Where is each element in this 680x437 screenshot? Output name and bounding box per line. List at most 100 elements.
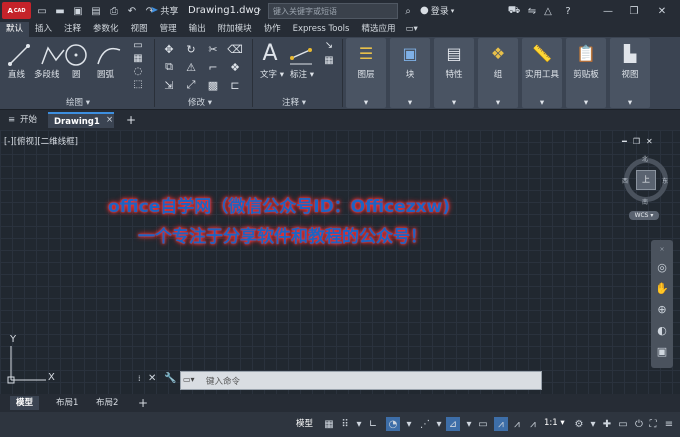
tab-output[interactable]: 输出 — [183, 22, 212, 37]
help-icon[interactable]: ? — [560, 3, 576, 19]
customization-icon[interactable]: ≡ — [662, 417, 676, 431]
restore-icon[interactable]: ❐ — [626, 3, 642, 19]
viewcube-south[interactable]: 南 — [642, 197, 648, 206]
auto-scale-icon[interactable]: ⩘ — [510, 417, 524, 431]
save-as-icon[interactable]: ▤ — [88, 3, 104, 19]
grid-icon[interactable]: ▦ — [322, 417, 336, 431]
fillet-icon[interactable]: ⌐ — [202, 58, 224, 76]
search-input[interactable]: 键入关键字或短语 — [268, 3, 398, 19]
tab-parametric[interactable]: 参数化 — [87, 22, 125, 37]
autodesk-a360-icon[interactable]: △ — [540, 3, 556, 19]
leader-icon[interactable]: ↘ — [318, 40, 340, 51]
app-logo[interactable]: A CAD — [2, 2, 31, 19]
snap-mode-icon[interactable]: ⠿ — [338, 417, 352, 431]
rotate-icon[interactable]: ↻ — [180, 40, 202, 58]
selection-cycling-icon[interactable]: ▭ — [476, 417, 490, 431]
text-button[interactable]: 文字 ▾ — [260, 68, 284, 80]
line-button[interactable]: 直线 — [8, 68, 25, 80]
tab-view[interactable]: 视图 — [125, 22, 154, 37]
mirror-icon[interactable]: ⚠ — [180, 58, 202, 76]
annotation-visibility-icon[interactable]: ⩘ — [494, 417, 508, 431]
annotation-monitor-icon[interactable]: ✚ — [600, 417, 614, 431]
trim-icon[interactable]: ✂ — [202, 40, 224, 58]
text-icon[interactable]: A — [258, 40, 282, 66]
command-customize-icon[interactable]: 🔧 — [164, 373, 176, 384]
tab-featured-apps[interactable]: 精选应用 — [355, 22, 401, 37]
table-icon[interactable]: ▦ — [318, 55, 340, 66]
snap-dropdown-icon[interactable]: ▾ — [352, 417, 366, 431]
share-button[interactable]: ➤ 共享 — [150, 4, 178, 17]
clean-screen-icon[interactable]: ⛶ — [646, 417, 660, 431]
rectangle-icon[interactable]: ▭ — [126, 40, 150, 51]
viewport-controls[interactable]: [-][俯视][二维线框] — [4, 135, 78, 147]
move-icon[interactable]: ✥ — [158, 40, 180, 58]
array-icon[interactable]: ▩ — [202, 76, 224, 94]
viewcube-west[interactable]: 西 — [622, 176, 628, 185]
isolate-objects-icon[interactable]: ▭ — [616, 417, 630, 431]
model-space-toggle[interactable]: 模型 — [296, 417, 313, 429]
tab-collaborate[interactable]: 协作 — [258, 22, 287, 37]
lineweight-dropdown-icon[interactable]: ▾ — [462, 417, 476, 431]
new-tab-icon[interactable]: + — [120, 112, 142, 128]
annotation-scale-value[interactable]: 1:1 ▾ — [544, 418, 565, 428]
annotation-scale-icon[interactable]: ⩘ — [526, 417, 540, 431]
close-tab-icon[interactable]: × — [100, 112, 119, 128]
showmotion-icon[interactable]: ▣ — [657, 345, 667, 358]
viewcube-face[interactable]: 上 — [636, 170, 656, 190]
erase-icon[interactable]: ⌫ — [224, 40, 246, 58]
polar-dropdown-icon[interactable]: ▾ — [402, 417, 416, 431]
viewcube-east[interactable]: 东 — [662, 176, 668, 185]
close-icon[interactable]: ✕ — [654, 3, 670, 19]
undo-icon[interactable]: ↶ — [124, 3, 140, 19]
tab-start[interactable]: 开始 — [14, 112, 43, 128]
polar-tracking-icon[interactable]: ◔ — [386, 417, 400, 431]
circle-button[interactable]: 圆 — [72, 68, 81, 80]
draw-panel-label[interactable]: 绘图 ▾ — [66, 96, 90, 108]
ortho-icon[interactable]: ∟ — [366, 417, 380, 431]
annotation-panel-label[interactable]: 注释 ▾ — [282, 96, 306, 108]
tab-layout2[interactable]: 布局2 — [90, 396, 124, 410]
tab-addins[interactable]: 附加模块 — [212, 22, 258, 37]
hatch-icon[interactable]: ▦ — [126, 53, 150, 64]
add-layout-icon[interactable]: + — [132, 396, 154, 410]
tab-express-tools[interactable]: Express Tools — [287, 22, 356, 37]
new-file-icon[interactable]: ▭ — [34, 3, 50, 19]
polyline-button[interactable]: 多段线 — [34, 68, 60, 80]
dimension-icon[interactable] — [288, 44, 314, 66]
ribbon-toggle-icon[interactable]: ▭▾ — [402, 22, 422, 37]
tab-insert[interactable]: 插入 — [29, 22, 58, 37]
osnap-dropdown-icon[interactable]: ▾ — [432, 417, 446, 431]
tab-model[interactable]: 模型 — [10, 396, 40, 410]
zoom-extents-icon[interactable]: ⊕ — [657, 303, 666, 316]
workspace-dropdown-icon[interactable]: ▾ — [586, 417, 600, 431]
region-icon[interactable]: ⬚ — [126, 79, 150, 90]
command-history-icon[interactable]: ▭▾ — [183, 375, 195, 384]
command-grip-icon[interactable]: ⁞ — [138, 374, 141, 383]
offset-icon[interactable]: ⊏ — [224, 76, 246, 94]
arc-button[interactable]: 圆弧 — [97, 68, 114, 80]
save-icon[interactable]: ▣ — [70, 3, 86, 19]
login-button[interactable]: ● 登录 ▾ — [420, 4, 454, 17]
viewport-minimize-icon[interactable]: ━ — [622, 137, 627, 146]
cart-icon[interactable]: ⛟ — [506, 3, 522, 19]
pan-icon[interactable]: ✋ — [655, 282, 669, 295]
orbit-icon[interactable]: ◐ — [657, 324, 667, 337]
command-close-icon[interactable]: ✕ — [148, 373, 156, 384]
exchange-icon[interactable]: ⇋ — [524, 3, 540, 19]
wcs-menu[interactable]: WCS ▾ — [629, 211, 659, 220]
hardware-acceleration-icon[interactable]: ⏻ — [632, 417, 646, 431]
tab-annotate[interactable]: 注释 — [58, 22, 87, 37]
open-folder-icon[interactable]: ▬ — [52, 3, 68, 19]
viewport-restore-icon[interactable]: ❐ — [633, 137, 640, 146]
scale-icon[interactable]: ⤢ — [180, 76, 202, 94]
modify-panel-label[interactable]: 修改 ▾ — [188, 96, 212, 108]
explode-icon[interactable]: ❖ — [224, 58, 246, 76]
chevron-right-icon[interactable]: › — [258, 5, 261, 14]
steering-wheel-icon[interactable]: ◎ — [657, 261, 667, 274]
navbar-close-icon[interactable]: × — [659, 246, 664, 253]
tab-layout1[interactable]: 布局1 — [50, 396, 84, 410]
dimension-button[interactable]: 标注 ▾ — [290, 68, 314, 80]
copy-icon[interactable]: ⧉ — [158, 58, 180, 76]
print-icon[interactable]: ⎙ — [106, 3, 122, 19]
workspace-gear-icon[interactable]: ⚙ — [572, 417, 586, 431]
